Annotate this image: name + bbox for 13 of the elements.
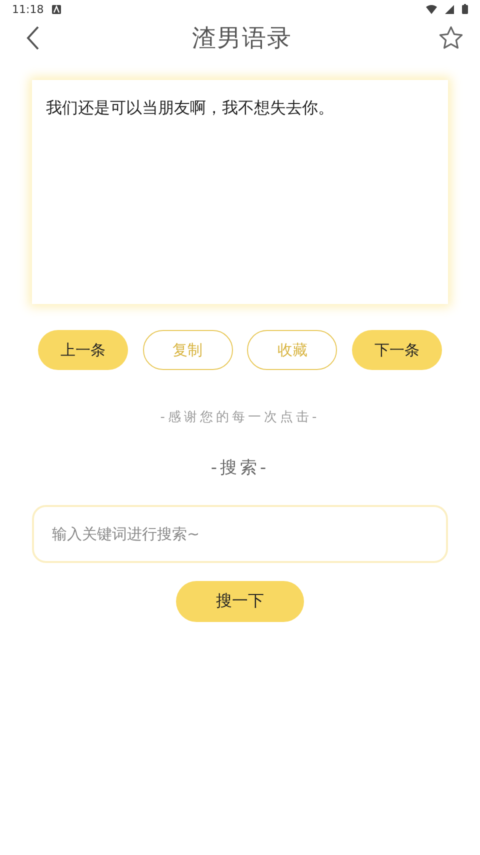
quote-text: 我们还是可以当朋友啊，我不想失去你。: [46, 97, 335, 119]
search-button[interactable]: 搜一下: [176, 581, 304, 622]
action-button[interactable]: 下一条: [352, 330, 442, 370]
battery-icon: [462, 4, 468, 14]
signal-icon: [445, 4, 454, 14]
status-time: 11:18: [12, 2, 44, 16]
page-title: 渣男语录: [192, 23, 292, 54]
search-field[interactable]: 输入关键词进行搜索~: [32, 505, 448, 563]
thanks-text: -感谢您的每一次点击-: [160, 409, 320, 426]
action-button[interactable]: 上一条: [38, 330, 128, 370]
wifi-icon: [426, 4, 437, 14]
search-heading: -搜索-: [210, 457, 270, 479]
notification-icon: [52, 4, 61, 14]
